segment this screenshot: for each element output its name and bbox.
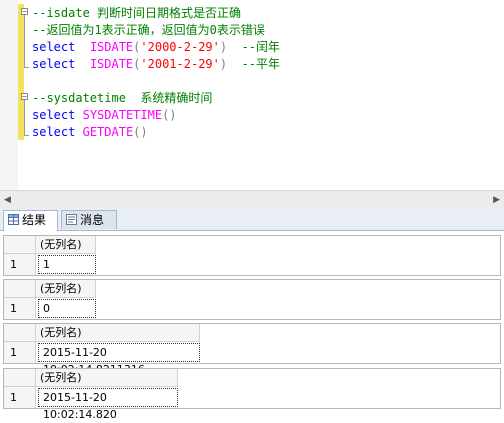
collapse-icon[interactable]: − bbox=[21, 8, 28, 16]
grid-corner[interactable] bbox=[4, 369, 36, 387]
grid-corner[interactable] bbox=[4, 236, 36, 254]
code-line[interactable] bbox=[32, 73, 280, 90]
code-line[interactable]: --sysdatetime 系统精确时间 bbox=[32, 90, 280, 107]
result-cell[interactable]: 1 bbox=[38, 255, 96, 274]
code-token: select bbox=[32, 40, 76, 54]
code-token: --闰年 bbox=[241, 40, 281, 54]
collapse-icon[interactable]: − bbox=[21, 93, 28, 101]
code-token: () bbox=[133, 125, 148, 139]
code-token: '2001-2-29' bbox=[140, 57, 220, 71]
code-token: GETDATE bbox=[82, 125, 134, 139]
column-header[interactable]: (无列名) bbox=[36, 324, 200, 342]
code-area[interactable]: --isdate 判断时间日期格式是否正确 --返回值为1表示正确，返回值为0表示… bbox=[32, 5, 280, 141]
code-token: () bbox=[162, 108, 177, 122]
code-line[interactable]: select ISDATE('2001-2-29') --平年 bbox=[32, 56, 280, 73]
grid-icon bbox=[8, 214, 19, 225]
code-line[interactable]: --isdate 判断时间日期格式是否正确 bbox=[32, 5, 280, 22]
fold-guide-end bbox=[24, 67, 29, 68]
results-pane: (无列名) 1 1 (无列名) 1 0 (无列名) 1 2015-11-20 1… bbox=[0, 231, 504, 421]
result-grid-3[interactable]: (无列名) 1 2015-11-20 10:02:14.8211316 bbox=[3, 323, 501, 376]
horizontal-scrollbar[interactable]: ◀ ▶ bbox=[0, 190, 504, 208]
code-token: ISDATE bbox=[89, 57, 134, 71]
result-grid-4[interactable]: (无列名) 1 2015-11-20 10:02:14.820 bbox=[3, 368, 501, 421]
tab-messages-label: 消息 bbox=[80, 213, 105, 227]
row-number[interactable]: 1 bbox=[4, 254, 36, 275]
outline-column: − − bbox=[20, 0, 32, 190]
message-icon bbox=[66, 214, 77, 225]
column-header[interactable]: (无列名) bbox=[36, 236, 96, 254]
code-line[interactable]: --返回值为1表示正确，返回值为0表示错误 bbox=[32, 22, 280, 39]
sql-editor[interactable]: − − --isdate 判断时间日期格式是否正确 --返回值为1表示正确，返回值… bbox=[0, 0, 504, 190]
code-line[interactable]: select SYSDATETIME() bbox=[32, 107, 280, 124]
result-cell[interactable]: 0 bbox=[38, 299, 96, 318]
column-header[interactable]: (无列名) bbox=[36, 280, 96, 298]
row-number[interactable]: 1 bbox=[4, 298, 36, 319]
code-token: SYSDATETIME bbox=[82, 108, 163, 122]
fold-guide bbox=[24, 100, 25, 135]
code-line[interactable]: select ISDATE('2000-2-29') --闰年 bbox=[32, 39, 280, 56]
code-token: --sysdatetime 系统精确时间 bbox=[32, 91, 213, 105]
row-number[interactable]: 1 bbox=[4, 342, 36, 363]
result-grid-1[interactable]: (无列名) 1 1 bbox=[3, 235, 501, 276]
result-cell[interactable]: 2015-11-20 10:02:14.8211316 bbox=[38, 343, 200, 376]
row-number[interactable]: 1 bbox=[4, 387, 36, 408]
code-token: '2000-2-29' bbox=[140, 40, 220, 54]
editor-gutter bbox=[0, 0, 18, 190]
tab-results-label: 结果 bbox=[22, 213, 47, 227]
tab-results[interactable]: 结果 bbox=[3, 210, 58, 231]
grid-corner[interactable] bbox=[4, 324, 36, 342]
code-token: ISDATE bbox=[89, 40, 134, 54]
scroll-right-icon[interactable]: ▶ bbox=[493, 195, 500, 205]
code-token: select bbox=[32, 57, 76, 71]
code-token: select bbox=[32, 108, 76, 122]
code-token: --isdate 判断时间日期格式是否正确 bbox=[32, 6, 242, 20]
code-token: select bbox=[32, 125, 76, 139]
column-header[interactable]: (无列名) bbox=[36, 369, 178, 387]
grid-corner[interactable] bbox=[4, 280, 36, 298]
fold-guide-end bbox=[24, 135, 29, 136]
fold-guide bbox=[24, 15, 25, 67]
result-cell[interactable]: 2015-11-20 10:02:14.820 bbox=[38, 388, 178, 421]
scroll-left-icon[interactable]: ◀ bbox=[4, 195, 11, 205]
result-grid-2[interactable]: (无列名) 1 0 bbox=[3, 279, 501, 320]
tab-messages[interactable]: 消息 bbox=[61, 210, 117, 229]
code-line[interactable]: select GETDATE() bbox=[32, 124, 280, 141]
code-token: --平年 bbox=[241, 57, 281, 71]
results-tabbar: 结果 消息 bbox=[0, 208, 504, 231]
code-token: --返回值为1表示正确，返回值为0表示错误 bbox=[32, 23, 265, 37]
